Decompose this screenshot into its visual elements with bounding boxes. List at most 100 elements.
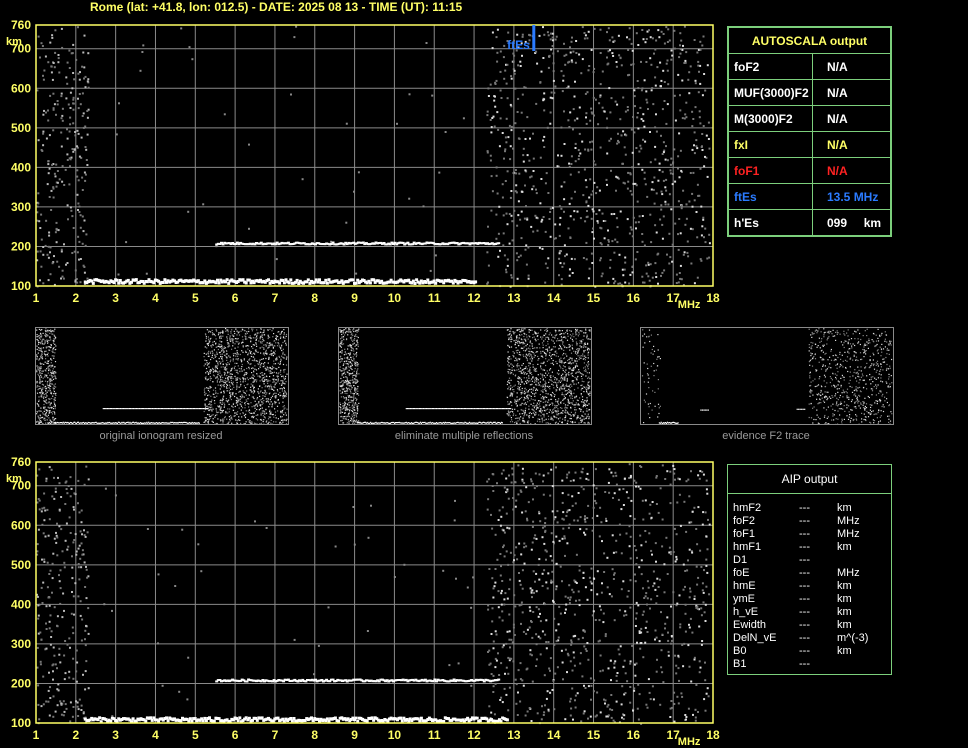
noise-point	[574, 634, 577, 637]
noise-point	[494, 105, 497, 108]
thumb-point	[225, 353, 228, 355]
thumb-point	[281, 388, 283, 390]
thumb-point	[213, 370, 215, 372]
noise-point	[623, 268, 626, 271]
noise-point	[549, 38, 552, 41]
noise-point	[581, 140, 584, 143]
thumb-point	[259, 395, 261, 397]
noise-point	[125, 241, 128, 244]
noise-point	[675, 282, 678, 284]
noise-point	[561, 501, 564, 504]
noise-point	[38, 508, 41, 511]
thumb-point	[51, 359, 53, 361]
noise-point	[672, 161, 675, 164]
thumb-point	[277, 390, 279, 392]
noise-point	[68, 183, 71, 186]
noise-point	[705, 585, 708, 588]
thumb-point	[210, 331, 212, 333]
noise-point	[506, 97, 509, 100]
thumb-point	[38, 341, 40, 343]
thumb-point	[42, 370, 44, 372]
trace-point	[413, 282, 417, 285]
noise-point	[632, 182, 635, 185]
noise-point	[564, 595, 567, 598]
noise-point	[490, 131, 493, 134]
thumb-point	[217, 334, 220, 336]
noise-point	[76, 251, 79, 254]
thumb-point	[39, 417, 41, 419]
noise-point	[86, 110, 89, 112]
thumb-point	[238, 342, 240, 344]
thumb-point	[264, 412, 266, 414]
noise-point	[643, 281, 646, 284]
noise-point	[187, 210, 190, 213]
thumb-point	[235, 379, 237, 381]
noise-point	[84, 629, 87, 632]
noise-point	[74, 582, 77, 585]
trace-point	[247, 278, 251, 282]
thumb-point	[236, 386, 238, 388]
thumb-point	[232, 409, 235, 411]
noise-point	[191, 58, 194, 61]
noise-point	[39, 250, 42, 253]
noise-point	[37, 35, 40, 38]
noise-point	[650, 516, 653, 519]
noise-point	[67, 103, 70, 106]
noise-point	[706, 257, 709, 260]
thumb-point	[216, 395, 218, 397]
thumb-point	[254, 337, 256, 339]
noise-point	[649, 503, 652, 506]
noise-point	[489, 159, 492, 162]
noise-point	[504, 592, 507, 595]
noise-point	[530, 591, 533, 594]
thumb-point	[282, 375, 284, 377]
noise-point	[705, 488, 708, 491]
thumb-point	[216, 346, 218, 348]
noise-point	[63, 184, 66, 186]
noise-point	[619, 533, 622, 536]
thumb-point	[45, 330, 47, 333]
autoscala-row: fxI N/A	[728, 131, 891, 158]
thumb-point	[224, 379, 226, 381]
noise-point	[609, 49, 611, 52]
noise-point	[585, 528, 588, 531]
noise-point	[567, 61, 570, 64]
thumb-point	[244, 423, 246, 424]
noise-point	[592, 210, 595, 213]
thumbnail-original-plot	[36, 328, 288, 424]
trace-point	[289, 278, 293, 282]
noise-point	[606, 705, 609, 708]
thumb-point	[46, 375, 48, 378]
noise-point	[541, 247, 544, 250]
noise-point	[644, 595, 647, 598]
trace-point	[236, 719, 240, 723]
thumb-point	[236, 413, 238, 415]
noise-point	[648, 532, 651, 535]
noise-point	[691, 205, 694, 208]
noise-point	[72, 43, 75, 46]
noise-point	[512, 561, 515, 564]
thumb-point	[52, 342, 55, 344]
noise-point	[663, 42, 666, 45]
noise-point	[691, 110, 694, 113]
thumb-point	[47, 372, 49, 374]
thumb-point	[54, 352, 56, 354]
thumb-point	[217, 362, 219, 364]
thumb-point	[239, 395, 241, 398]
thumb-point	[273, 371, 275, 373]
noise-point	[631, 644, 634, 647]
noise-point	[42, 78, 45, 81]
noise-point	[616, 142, 619, 145]
noise-point	[683, 117, 686, 120]
noise-point	[599, 52, 602, 54]
noise-point	[584, 533, 587, 536]
trace-point	[117, 281, 121, 285]
noise-point	[66, 128, 68, 131]
noise-point	[570, 59, 573, 62]
noise-point	[60, 713, 63, 716]
noise-point	[403, 563, 406, 566]
noise-point	[560, 126, 563, 129]
noise-point	[516, 224, 519, 227]
noise-point	[680, 39, 683, 42]
thumb-point	[39, 379, 41, 381]
